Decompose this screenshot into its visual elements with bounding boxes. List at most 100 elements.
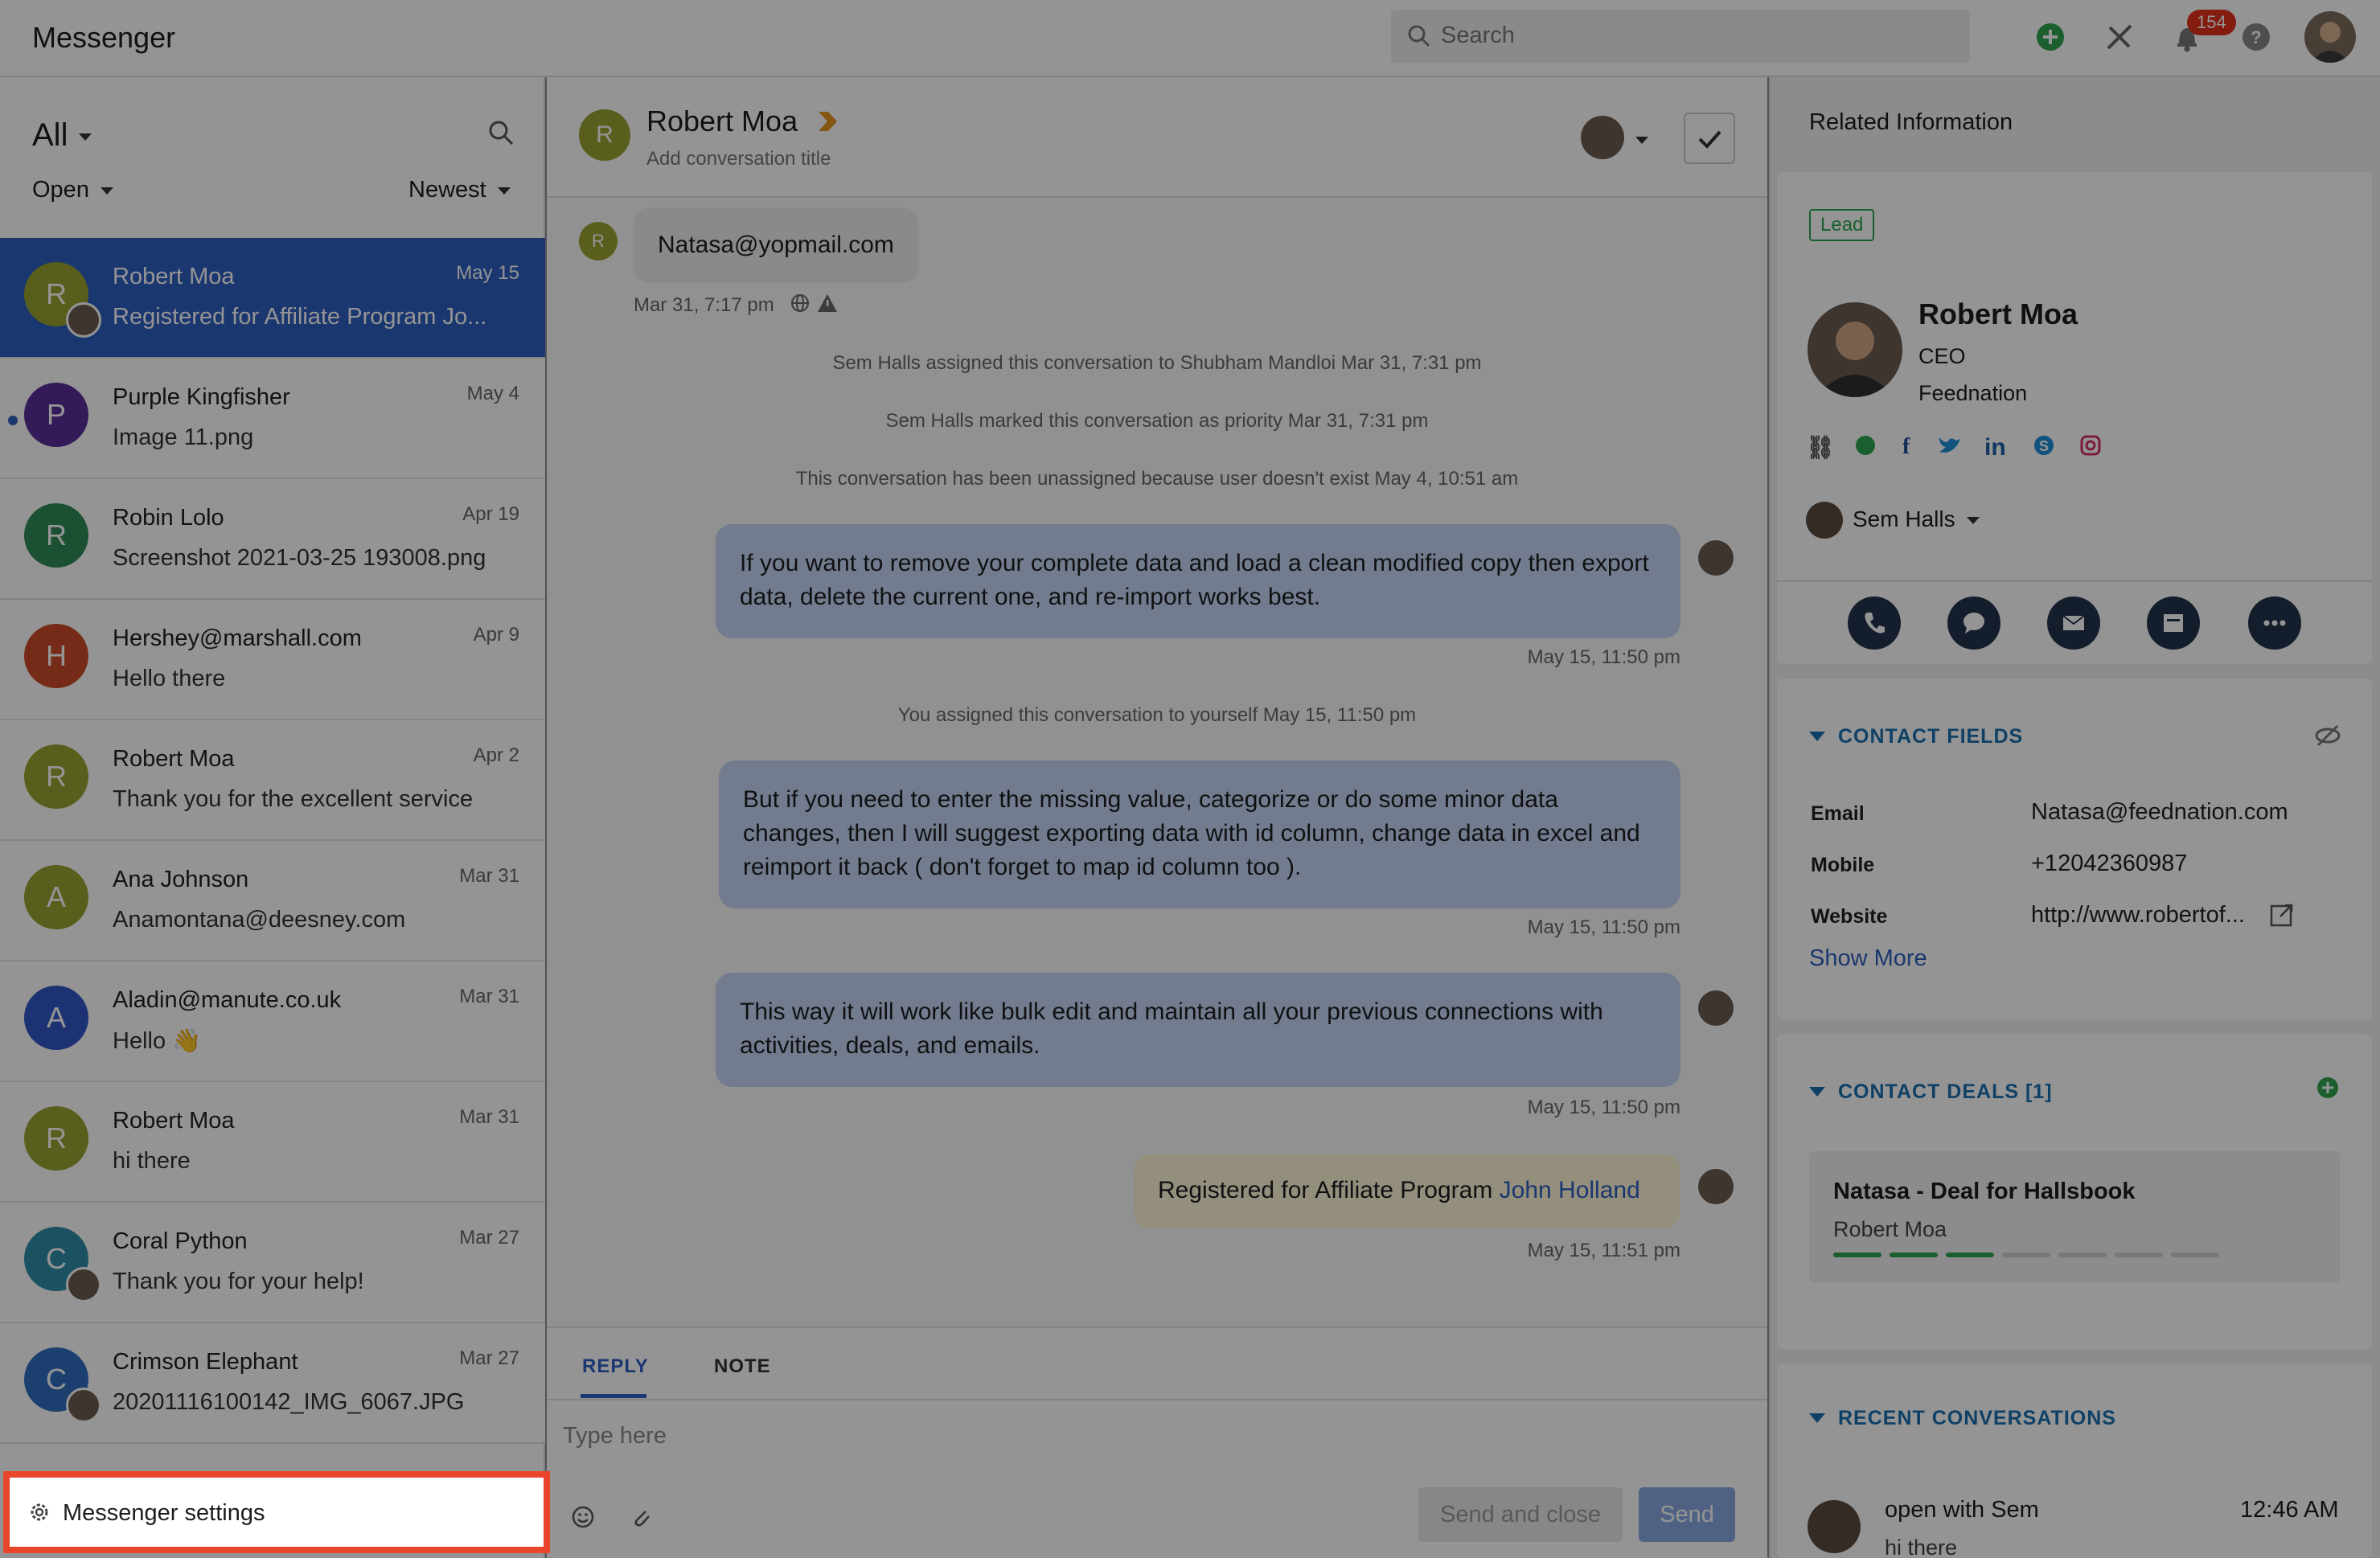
field-value-mobile[interactable]: +12042360987 [2031,851,2187,877]
message-input[interactable]: Type here [563,1423,667,1449]
incoming-message: Natasa@yopmail.com [634,207,918,283]
contact-fields-title[interactable]: CONTACT FIELDS [1838,725,2023,748]
tab-note[interactable]: NOTE [714,1355,771,1378]
twitter-icon[interactable] [1938,434,1962,462]
field-value-email[interactable]: Natasa@feednation.com [2031,799,2288,826]
conversation-item[interactable]: R Robin Lolo Screenshot 2021-03-25 193008.… [0,479,545,600]
collapse-icon[interactable] [1809,1087,1825,1097]
inbox-filter-dropdown[interactable]: All [32,117,92,154]
external-link-icon[interactable] [2269,902,2295,932]
collapse-icon[interactable] [1809,1413,1825,1423]
recent-conversations-card [1777,1363,2372,1558]
recent-avatar [1808,1500,1861,1553]
related-title: Related Information [1809,109,2013,135]
status-filter-label: Open [32,177,89,203]
send-and-close-button[interactable]: Send and close [1418,1487,1623,1542]
system-event: Sem Halls assigned this conversation to … [832,352,1482,374]
status-filter-dropdown[interactable]: Open [32,177,113,203]
owner-dropdown[interactable]: Sem Halls [1853,506,1980,532]
conversation-item[interactable]: H Hershey@marshall.com Hello there Apr 9 [0,600,545,720]
active-tab-indicator [581,1394,646,1398]
more-actions-button[interactable] [2248,597,2301,650]
add-icon[interactable] [2034,21,2066,53]
conversation-name: Crimson Elephant [113,1349,298,1375]
contact-company: Feednation [1918,381,2028,405]
contact-name[interactable]: Robert Moa [646,105,798,138]
mention-link[interactable]: John Holland [1500,1177,1640,1203]
inbox-filter-label: All [32,117,68,153]
conversation-avatar: R [24,1106,88,1171]
contact-deals-title[interactable]: CONTACT DEALS [1] [1838,1080,2053,1104]
contact-role: CEO [1918,344,1966,368]
conversation-name: Robert Moa [113,264,235,289]
search-input[interactable]: Search [1391,10,1970,63]
app-title: Messenger [32,21,176,54]
recent-preview: hi there [1885,1535,1958,1558]
attachment-icon[interactable] [629,1505,653,1533]
conversation-date: Mar 27 [459,1347,519,1369]
assignee-avatar[interactable] [1581,116,1624,159]
show-more-link[interactable]: Show More [1809,945,1927,972]
conversation-title-input[interactable]: Add conversation title [646,148,831,170]
globe-icon [790,293,810,318]
instagram-icon[interactable] [2079,434,2102,462]
conversation-preview: Anamontana@deesney.com [113,907,406,933]
divider [1777,580,2372,582]
contact-avatar[interactable]: R [579,109,630,161]
phone-icon [1865,613,1885,633]
conversation-item[interactable]: R Robert Moa Thank you for the excellent s… [0,720,545,841]
message-time: Mar 31, 7:17 pm [634,294,774,316]
recent-subject[interactable]: open with Sem [1885,1497,2039,1523]
emoji-icon[interactable] [571,1505,595,1533]
user-avatar[interactable] [2304,11,2356,63]
message-time: May 15, 11:51 pm [1527,1240,1680,1261]
call-button[interactable] [1848,597,1901,650]
conversation-date: Apr 9 [473,624,519,646]
deal-contact: Robert Moa [1833,1217,1947,1241]
field-label: Email [1811,802,1865,825]
globe-icon[interactable] [1854,434,1877,462]
conversation-item[interactable]: A Aladin@manute.co.uk Hello 👋 Mar 31 [0,961,545,1082]
conversation-avatar: A [24,865,88,929]
tools-icon[interactable] [2103,21,2136,53]
conversation-name: Ana Johnson [113,867,249,892]
linkedin-icon[interactable]: in [1984,434,2006,461]
conversation-name: Hershey@marshall.com [113,625,362,651]
resolve-button[interactable] [1684,113,1735,164]
skype-icon[interactable]: S [2033,434,2055,462]
outgoing-message: If you want to remove your complete data… [716,524,1680,638]
mail-icon [2062,615,2085,630]
assignee-chevron-down-icon[interactable] [1635,133,1648,148]
conversation-item[interactable]: R Robert Moa Registered for Affiliate Prog… [0,238,545,359]
deal-name[interactable]: Natasa - Deal for Hallsbook [1833,1179,2136,1205]
field-value-website[interactable]: http://www.robertof... [2031,902,2245,929]
collapse-icon[interactable] [1809,732,1825,741]
facebook-icon[interactable]: f [1902,434,1910,460]
email-button[interactable] [2047,597,2100,650]
conversation-item[interactable]: A Ana Johnson Anamontana@deesney.com Mar 31 [0,841,545,961]
recent-conversations-title[interactable]: RECENT CONVERSATIONS [1838,1407,2116,1430]
messenger-settings-button[interactable]: Messenger settings [3,1471,550,1553]
svg-text:S: S [2039,438,2049,454]
conversation-item[interactable]: P Purple Kingfisher Image 11.png May 4 [0,359,545,479]
priority-icon [815,109,839,137]
help-icon[interactable]: ? [2240,21,2272,53]
search-placeholder: Search [1441,23,1515,48]
conversation-item[interactable]: R Robert Moa hi there Mar 31 [0,1082,545,1203]
send-button[interactable]: Send [1639,1487,1735,1542]
recent-time: 12:46 AM [2240,1497,2339,1523]
gear-icon [31,1503,48,1521]
tab-reply[interactable]: REPLY [582,1355,649,1378]
conversation-item[interactable]: C Coral Python Thank you for your help! Mar… [0,1203,545,1323]
conversation-preview: hi there [113,1148,191,1174]
sort-label: Newest [408,177,486,203]
chat-button[interactable] [1947,597,2000,650]
hide-icon[interactable] [2314,722,2341,753]
link-icon[interactable]: ⛓ [1806,434,1835,461]
campaign-button[interactable] [2147,597,2200,650]
conversation-preview: Registered for Affiliate Program Jo... [113,304,487,330]
sort-dropdown[interactable]: Newest [408,177,511,203]
add-deal-icon[interactable] [2316,1076,2340,1104]
list-search-icon[interactable] [487,119,515,150]
conversation-item[interactable]: C Crimson Elephant 20201116100142_IMG_6067… [0,1323,545,1444]
